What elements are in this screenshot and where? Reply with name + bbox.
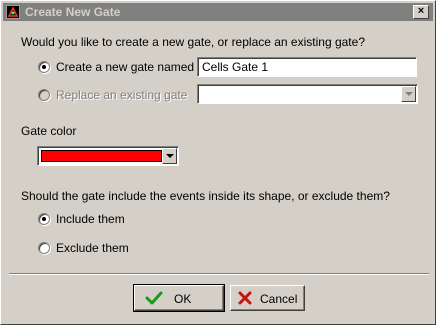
chevron-down-icon [166, 154, 174, 158]
close-icon: × [417, 5, 425, 17]
ok-button[interactable]: OK [133, 284, 225, 312]
create-new-gate-label[interactable]: Create a new gate named [56, 60, 194, 74]
chevron-down-icon [405, 92, 413, 96]
title-bar[interactable]: Create New Gate × [3, 3, 433, 21]
replace-existing-gate-radio[interactable] [38, 89, 50, 101]
gate-color-dropdown[interactable] [37, 146, 179, 166]
question-include-or-exclude: Should the gate include the events insid… [21, 189, 390, 203]
cancel-button[interactable]: Cancel [230, 285, 305, 311]
include-them-radio[interactable] [38, 213, 50, 225]
x-mark-icon [237, 290, 253, 309]
exclude-them-label[interactable]: Exclude them [56, 241, 129, 255]
close-button[interactable]: × [413, 5, 429, 19]
existing-gate-dropdown-button[interactable] [401, 86, 416, 102]
button-separator [9, 273, 429, 275]
existing-gate-dropdown[interactable] [197, 84, 418, 104]
create-new-gate-dialog: Create New Gate × Would you like to crea… [0, 0, 436, 325]
window-title: Create New Gate [25, 5, 121, 19]
gate-color-swatch [41, 150, 162, 162]
cancel-label: Cancel [260, 292, 298, 306]
ok-label: OK [174, 292, 192, 306]
gate-color-dropdown-button[interactable] [162, 148, 177, 164]
checkmark-icon [145, 290, 163, 309]
replace-existing-gate-label[interactable]: Replace an existing gate [56, 88, 187, 102]
app-icon [6, 5, 20, 19]
radio-selected-dot [42, 65, 46, 69]
gate-color-label: Gate color [21, 124, 77, 138]
question-create-or-replace: Would you like to create a new gate, or … [21, 35, 365, 49]
include-them-label[interactable]: Include them [56, 212, 125, 226]
radio-selected-dot [42, 217, 46, 221]
gate-name-input[interactable]: Cells Gate 1 [197, 57, 417, 77]
create-new-gate-radio[interactable] [38, 61, 50, 73]
exclude-them-radio[interactable] [38, 242, 50, 254]
